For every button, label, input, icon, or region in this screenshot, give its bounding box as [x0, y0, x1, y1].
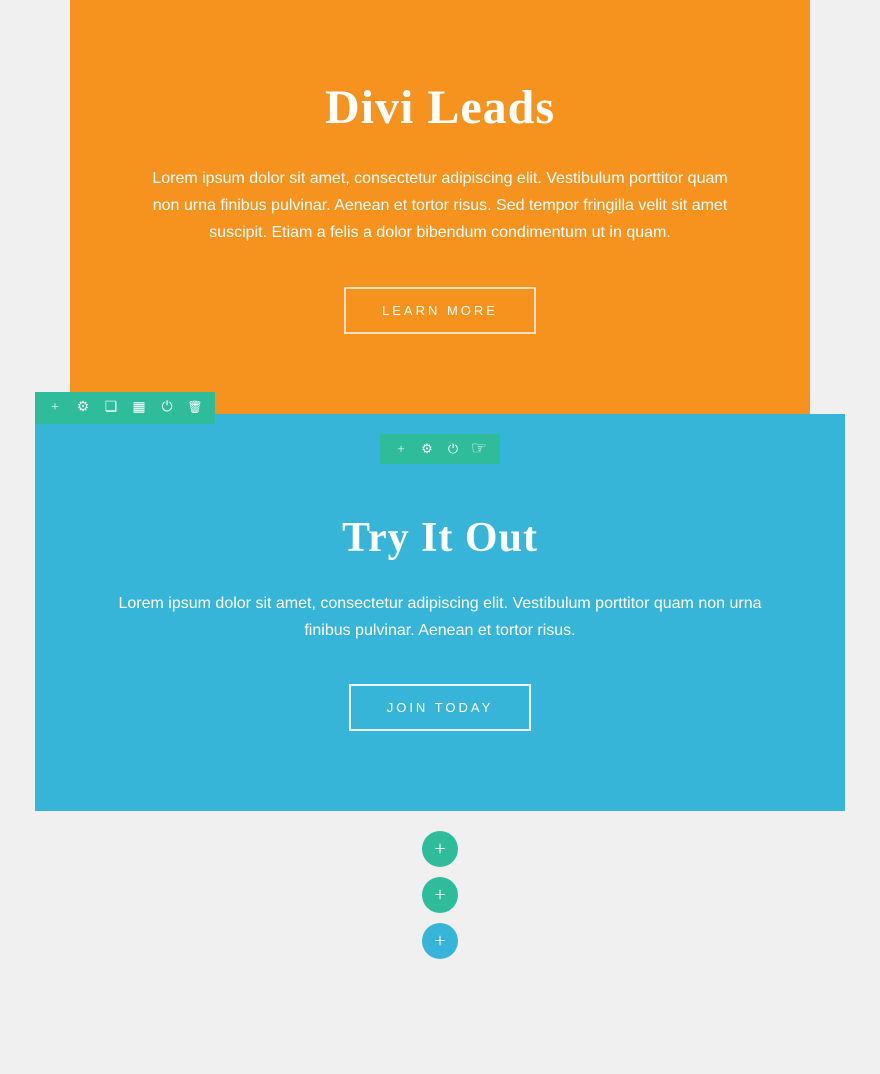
module-power-icon[interactable]	[444, 440, 462, 458]
toolbar-copy-icon[interactable]	[101, 398, 121, 418]
learn-more-button[interactable]: LEARN MORE	[344, 287, 536, 334]
toolbar-gear-icon[interactable]	[73, 398, 93, 418]
section-orange: Divi Leads Lorem ipsum dolor sit amet, c…	[70, 0, 810, 414]
add-button-2[interactable]: +	[422, 877, 458, 913]
page-wrapper: Divi Leads Lorem ipsum dolor sit amet, c…	[0, 0, 880, 979]
module-cursor-icon[interactable]: ☞	[470, 440, 488, 458]
section2-outer: ☞ Try It Out Lorem ipsum dolor sit amet,…	[35, 414, 845, 811]
section-toolbar	[35, 392, 215, 424]
add-button-3[interactable]: +	[422, 923, 458, 959]
toolbar-power-icon[interactable]	[157, 398, 177, 418]
module-toolbar: ☞	[380, 434, 500, 464]
add-button-1[interactable]: +	[422, 831, 458, 867]
toolbar-plus-icon[interactable]	[45, 398, 65, 418]
section1-title: Divi Leads	[110, 80, 770, 135]
module-gear-icon[interactable]	[418, 440, 436, 458]
section1-body: Lorem ipsum dolor sit amet, consectetur …	[150, 165, 730, 247]
add-buttons-container: + + +	[0, 811, 880, 979]
section2-body: Lorem ipsum dolor sit amet, consectetur …	[100, 590, 780, 644]
module-plus-icon[interactable]	[392, 440, 410, 458]
toolbar-grid-icon[interactable]	[129, 398, 149, 418]
section-blue: ☞ Try It Out Lorem ipsum dolor sit amet,…	[35, 414, 845, 811]
join-today-button[interactable]: JOIN TODAY	[349, 684, 532, 731]
toolbar-trash-icon[interactable]	[185, 398, 205, 418]
section2-title: Try It Out	[75, 514, 805, 562]
